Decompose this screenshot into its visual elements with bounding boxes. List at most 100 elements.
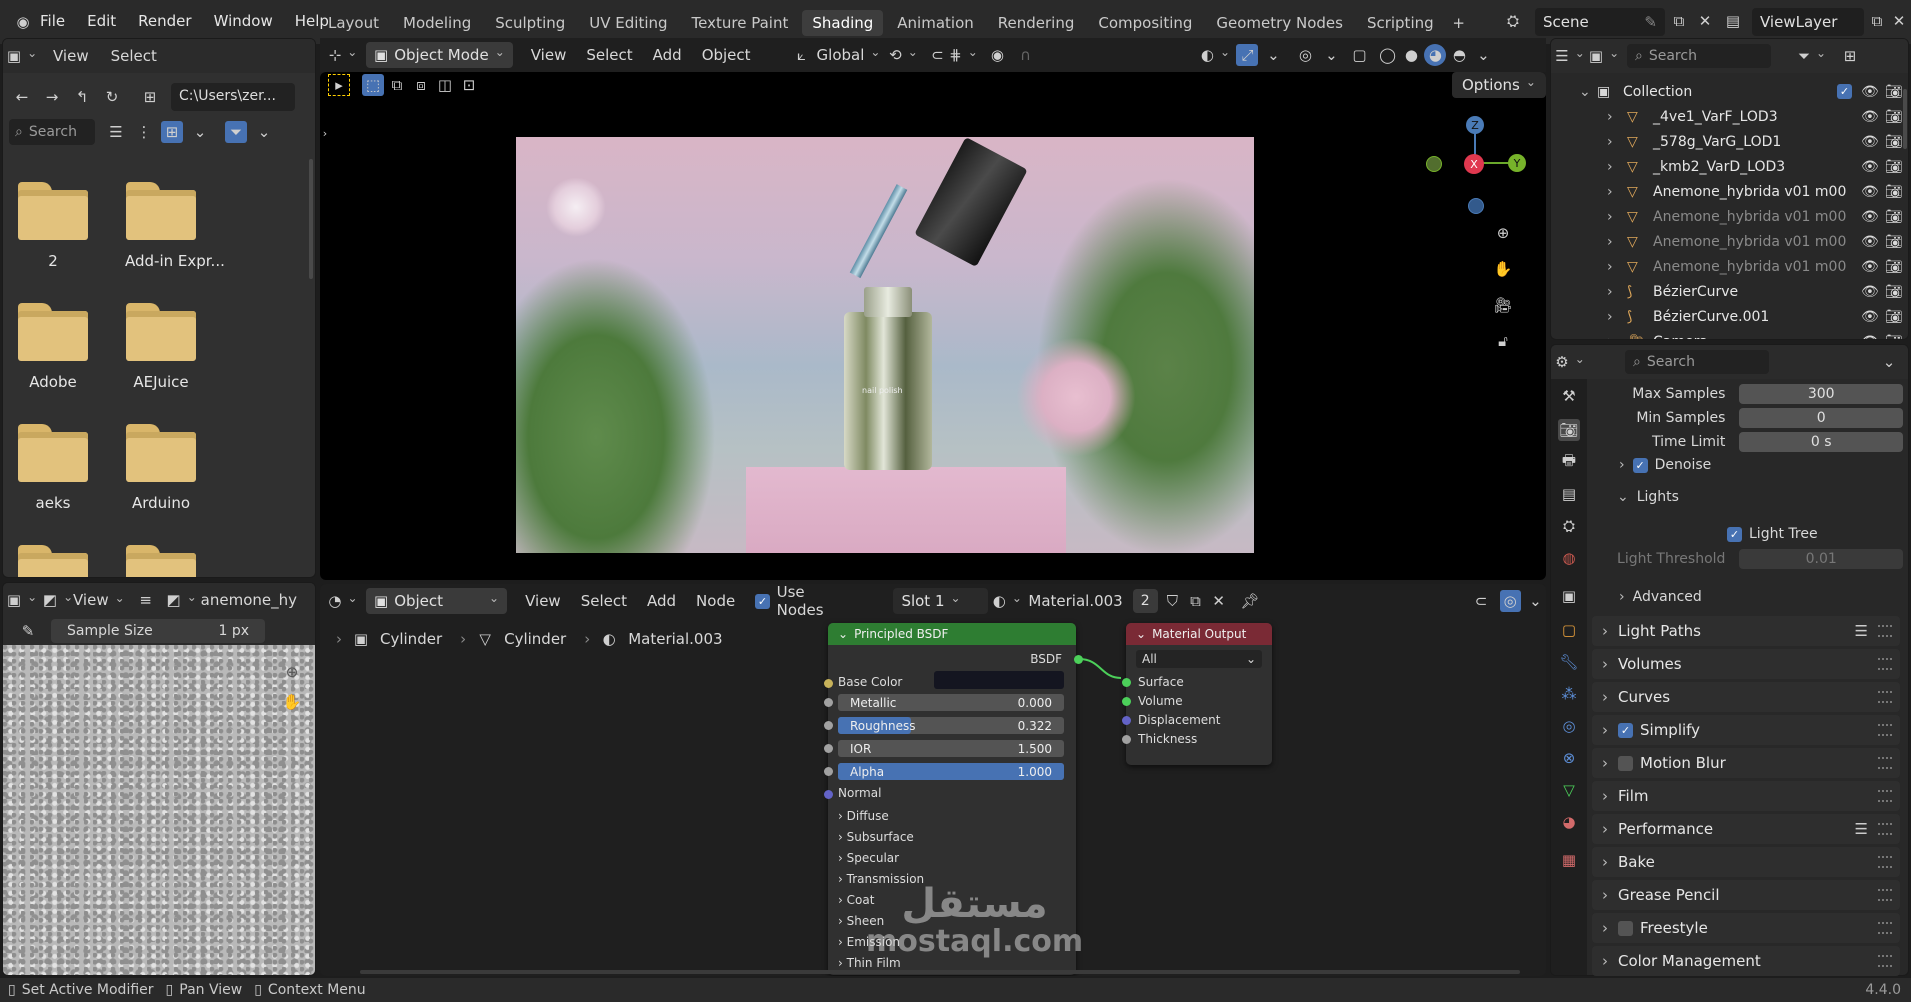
world-tab-icon[interactable]: ◍ bbox=[1558, 547, 1580, 569]
image-name-field[interactable]: anemone_hy bbox=[201, 591, 297, 609]
new-collection-icon[interactable]: ⊞ bbox=[1839, 45, 1861, 67]
expand-chevron-icon[interactable]: › bbox=[1607, 309, 1613, 325]
subpanel-subsurface[interactable]: › Subsurface bbox=[838, 827, 924, 848]
outliner-item[interactable]: › ▽ Anemone_hybrida v01 m00 👁︎ 📷︎ bbox=[1551, 204, 1908, 229]
eye-icon[interactable]: 👁︎ bbox=[1861, 159, 1879, 175]
drag-handle-icon[interactable] bbox=[1878, 691, 1892, 703]
render-tab-icon[interactable]: 📷︎ bbox=[1558, 419, 1580, 441]
shader-type-dropdown[interactable]: ▣ Object bbox=[366, 588, 508, 614]
new-scene-icon[interactable]: ⧉ bbox=[1668, 10, 1690, 32]
expand-chevron-icon[interactable]: › bbox=[1607, 184, 1613, 200]
physics-tab-icon[interactable]: ◎ bbox=[1558, 715, 1580, 737]
denoise-checkbox[interactable]: ✓ bbox=[1632, 457, 1648, 473]
scene-tab-icon[interactable]: ⛭ bbox=[1558, 515, 1580, 537]
outliner-item[interactable]: › ▽ Anemone_hybrida v01 m00 👁︎ 📷︎ bbox=[1551, 229, 1908, 254]
toolbar-toggle-icon[interactable]: › bbox=[320, 122, 336, 144]
ior-socket[interactable] bbox=[824, 744, 833, 753]
solid-shading-icon[interactable]: ● bbox=[1400, 44, 1422, 66]
properties-section[interactable]: › Light Paths ☰ bbox=[1592, 616, 1900, 646]
parent-folder-icon[interactable]: ↰ bbox=[71, 86, 93, 108]
back-icon[interactable]: ← bbox=[11, 86, 33, 108]
tab-animation[interactable]: Animation bbox=[887, 10, 983, 36]
base-color-socket[interactable] bbox=[824, 679, 833, 688]
camera-render-icon[interactable]: 📷︎ bbox=[1885, 284, 1903, 300]
light-threshold-field[interactable]: 0.01 bbox=[1739, 549, 1903, 569]
folder-item[interactable]: aeks bbox=[17, 424, 89, 512]
properties-section[interactable]: › Film bbox=[1592, 781, 1900, 811]
tab-shading[interactable]: Shading bbox=[802, 10, 884, 36]
light-tree-row[interactable]: ✓ Light Tree bbox=[1727, 526, 1818, 542]
node-menu-node[interactable]: Node bbox=[696, 592, 735, 610]
expand-chevron-icon[interactable]: › bbox=[1619, 457, 1625, 473]
node-overlay-icon[interactable]: ◎ bbox=[1499, 590, 1521, 612]
falloff-icon[interactable]: ∩ bbox=[1014, 44, 1036, 66]
eyedropper-icon[interactable]: ✎ bbox=[17, 620, 39, 642]
zoom-view-icon[interactable]: ⊕ bbox=[1492, 222, 1514, 244]
pin-node-tree-icon[interactable]: 📌︎ bbox=[1239, 590, 1260, 612]
metallic-slider[interactable]: Metallic 0.000 bbox=[838, 694, 1064, 711]
particles-tab-icon[interactable]: ⁂ bbox=[1558, 683, 1580, 705]
camera-render-icon[interactable]: 📷︎ bbox=[1885, 184, 1903, 200]
select-intersect-icon[interactable]: ⊡ bbox=[458, 74, 480, 96]
material-users-count[interactable]: 2 bbox=[1132, 589, 1158, 613]
pin-icon[interactable]: ✎ bbox=[1644, 13, 1657, 31]
viewport-menu-select[interactable]: Select bbox=[586, 46, 632, 64]
properties-search-input[interactable]: ⌕ Search bbox=[1625, 350, 1769, 374]
forward-icon[interactable]: → bbox=[41, 86, 63, 108]
tab-texture-paint[interactable]: Texture Paint bbox=[682, 10, 799, 36]
select-invert-icon[interactable]: ◫ bbox=[434, 74, 456, 96]
expand-chevron-icon[interactable]: › bbox=[1607, 134, 1613, 150]
file-menu-select[interactable]: Select bbox=[111, 47, 157, 65]
modifier-tab-icon[interactable]: 🔧︎ bbox=[1558, 651, 1580, 673]
pivot-icon[interactable]: ⟲ bbox=[889, 44, 914, 66]
path-field[interactable]: C:\Users\zer... bbox=[171, 83, 295, 111]
add-workspace-icon[interactable]: + bbox=[1448, 12, 1470, 34]
properties-section[interactable]: › Performance ☰ bbox=[1592, 814, 1900, 844]
drag-handle-icon[interactable] bbox=[1878, 658, 1892, 670]
expand-chevron-icon[interactable]: › bbox=[1607, 259, 1613, 275]
drag-handle-icon[interactable] bbox=[1878, 856, 1892, 868]
lights-subpanel[interactable]: ⌄ Lights bbox=[1617, 489, 1679, 505]
eye-icon[interactable]: 👁︎ bbox=[1861, 84, 1879, 100]
editor-type-icon[interactable]: ▣ bbox=[7, 45, 33, 67]
pan-view-icon[interactable]: ✋ bbox=[1492, 258, 1514, 280]
snap-icon[interactable]: ⊂ bbox=[926, 44, 948, 66]
options-dropdown[interactable]: Options bbox=[1452, 72, 1546, 98]
outliner-item[interactable]: › 🎥︎ Camera 👁︎ 📷︎ bbox=[1551, 329, 1908, 340]
alpha-socket[interactable] bbox=[824, 767, 833, 776]
overlay-chevron-icon[interactable]: ⌄ bbox=[1320, 44, 1342, 66]
material-output-node[interactable]: ⌄ Material Output All ⌄ Surface Volume D… bbox=[1126, 623, 1272, 765]
node-menu-view[interactable]: View bbox=[525, 592, 561, 610]
menu-render[interactable]: Render bbox=[138, 12, 191, 30]
eye-icon[interactable]: 👁︎ bbox=[1861, 234, 1879, 250]
z-axis-handle[interactable]: Z bbox=[1466, 116, 1484, 134]
shader-node-editor[interactable]: ◔ ▣ Object View Select Add Node ✓ Use No… bbox=[320, 584, 1546, 976]
section-checkbox[interactable]: ✓ bbox=[1618, 722, 1633, 738]
bump-texture-image[interactable] bbox=[3, 645, 315, 975]
snap-nodes-icon[interactable]: ⊂ bbox=[1470, 590, 1491, 612]
gizmo-chevron-icon[interactable]: ⌄ bbox=[1262, 44, 1284, 66]
viewport-menu-view[interactable]: View bbox=[531, 46, 567, 64]
node-overlay-chevron-icon[interactable]: ⌄ bbox=[1525, 590, 1546, 612]
section-checkbox[interactable] bbox=[1618, 755, 1633, 771]
properties-section[interactable]: › Motion Blur bbox=[1592, 748, 1900, 778]
outliner-item[interactable]: › ▽ Anemone_hybrida v01 m00 👁︎ 📷︎ bbox=[1551, 254, 1908, 279]
presets-list-icon[interactable]: ☰ bbox=[1855, 820, 1868, 838]
expand-chevron-icon[interactable]: › bbox=[1607, 109, 1613, 125]
base-color-swatch[interactable] bbox=[934, 671, 1064, 689]
file-menu-view[interactable]: View bbox=[53, 47, 89, 65]
new-folder-icon[interactable]: ⊞ bbox=[139, 86, 161, 108]
fake-user-shield-icon[interactable]: ⛉ bbox=[1162, 590, 1183, 612]
output-node-header[interactable]: ⌄ Material Output bbox=[1126, 623, 1272, 645]
folder-item[interactable]: AEJuice bbox=[125, 303, 197, 391]
eye-icon[interactable]: 👁︎ bbox=[1861, 259, 1879, 275]
3d-viewport[interactable]: ▸ ⬚ ⧉ ⧈ ◫ ⊡ Options nail polish Z X Y ⊕ … bbox=[320, 72, 1546, 580]
menu-file[interactable]: File bbox=[40, 12, 65, 30]
display-settings-chevron-icon[interactable]: ⌄ bbox=[189, 121, 211, 143]
expand-chevron-icon[interactable]: › bbox=[1592, 787, 1618, 805]
display-mode-icon[interactable]: ▣ bbox=[1589, 45, 1615, 67]
expand-chevron-icon[interactable]: ⌄ bbox=[1579, 84, 1591, 100]
expand-chevron-icon[interactable]: › bbox=[1592, 754, 1618, 772]
file-search-input[interactable]: ⌕ Search bbox=[9, 119, 95, 145]
properties-section[interactable]: › Grease Pencil bbox=[1592, 880, 1900, 910]
